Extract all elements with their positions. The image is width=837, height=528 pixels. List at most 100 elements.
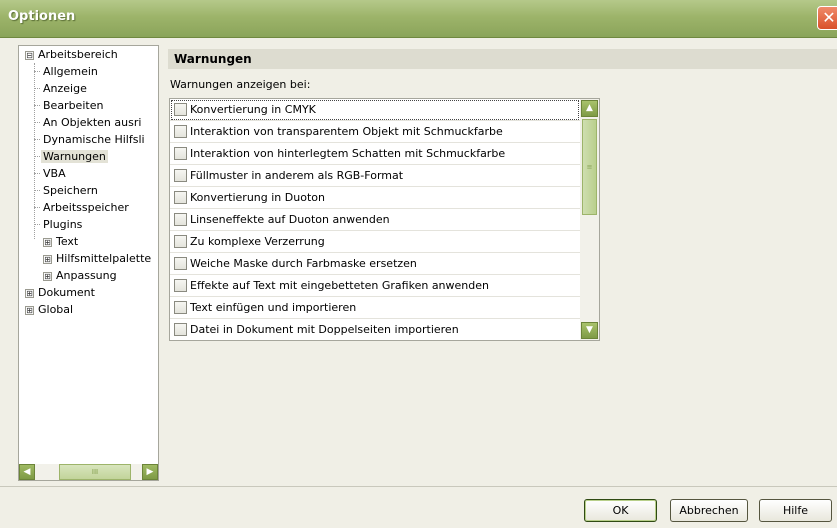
tree-item-label: Arbeitsspeicher xyxy=(43,201,129,214)
tree-item-label: Text xyxy=(56,235,79,248)
chevron-left-icon: ◀ xyxy=(23,467,31,477)
tree-item-label: Anzeige xyxy=(43,82,87,95)
tree-connector xyxy=(34,63,35,239)
collapse-icon[interactable]: ⊟ xyxy=(25,50,34,60)
tree-item-label: Allgemein xyxy=(43,65,98,78)
tree-item-label: An Objekten ausri xyxy=(43,116,142,129)
list-item[interactable]: Konvertierung in Duoton xyxy=(170,187,580,209)
tree-item-label: VBA xyxy=(43,167,66,180)
warnings-list[interactable]: Konvertierung in CMYK Interaktion von tr… xyxy=(169,98,600,341)
warnings-subheading: Warnungen anzeigen bei: xyxy=(170,78,311,91)
tree-item-allgemein[interactable]: Allgemein xyxy=(43,63,98,80)
list-item[interactable]: Weiche Maske durch Farbmaske ersetzen xyxy=(170,253,580,275)
scroll-left-button[interactable]: ◀ xyxy=(19,464,35,480)
list-item[interactable]: Linseneffekte auf Duoton anwenden xyxy=(170,209,580,231)
warning-checkbox[interactable] xyxy=(174,191,187,204)
scroll-right-button[interactable]: ▶ xyxy=(142,464,158,480)
warning-checkbox[interactable] xyxy=(174,103,187,116)
tree-connector xyxy=(34,88,40,89)
expand-icon[interactable]: ⊞ xyxy=(25,288,34,298)
warnings-vertical-scrollbar[interactable]: ▲ ≡ ▼ xyxy=(580,99,599,340)
warning-checkbox[interactable] xyxy=(174,323,187,336)
tree-item-dynamische-hilfslinien[interactable]: Dynamische Hilfsli xyxy=(43,131,145,148)
panel-header: Warnungen xyxy=(168,49,837,69)
expand-icon[interactable]: ⊞ xyxy=(43,254,52,264)
expand-icon[interactable]: ⊞ xyxy=(25,305,34,315)
tree-item-label: Speichern xyxy=(43,184,98,197)
scroll-thumb[interactable]: III xyxy=(59,464,131,480)
tree-item-label: Dynamische Hilfsli xyxy=(43,133,145,146)
warning-checkbox[interactable] xyxy=(174,125,187,138)
tree-connector xyxy=(34,122,40,123)
list-item[interactable]: Text einfügen und importieren xyxy=(170,297,580,319)
tree-item-an-objekten-ausrichten[interactable]: An Objekten ausri xyxy=(43,114,141,131)
chevron-right-icon: ▶ xyxy=(146,467,154,477)
warning-checkbox[interactable] xyxy=(174,147,187,160)
tree-item-label: Arbeitsbereich xyxy=(38,48,118,61)
list-item[interactable]: Effekte auf Text mit eingebetteten Grafi… xyxy=(170,275,580,297)
scroll-thumb[interactable]: ≡ xyxy=(582,119,597,215)
warning-label: Konvertierung in CMYK xyxy=(190,103,316,116)
tree-connector xyxy=(34,139,40,140)
warning-checkbox[interactable] xyxy=(174,169,187,182)
cancel-button[interactable]: Abbrechen xyxy=(670,499,748,522)
list-item[interactable]: Datei in Dokument mit Doppelseiten impor… xyxy=(170,319,580,340)
scroll-down-button[interactable]: ▼ xyxy=(581,322,598,339)
tree-horizontal-scrollbar[interactable]: ◀ III ▶ xyxy=(19,464,158,480)
warning-label: Interaktion von transparentem Objekt mit… xyxy=(190,125,503,138)
tree-connector xyxy=(34,105,40,106)
tree-item-arbeitsspeicher[interactable]: Arbeitsspeicher xyxy=(43,199,129,216)
tree-item-label: Warnungen xyxy=(41,150,108,163)
scroll-up-button[interactable]: ▲ xyxy=(581,100,598,117)
tree-item-label: Anpassung xyxy=(56,269,117,282)
ok-button[interactable]: OK xyxy=(584,499,657,522)
tree-item-vba[interactable]: VBA xyxy=(43,165,66,182)
warning-label: Linseneffekte auf Duoton anwenden xyxy=(190,213,390,226)
warning-checkbox[interactable] xyxy=(174,213,187,226)
tree-item-speichern[interactable]: Speichern xyxy=(43,182,98,199)
tree-item-label: Global xyxy=(38,303,74,316)
panel-title: Warnungen xyxy=(174,52,252,66)
tree-item-plugins[interactable]: Plugins xyxy=(43,216,82,233)
tree-item-text[interactable]: ⊞ Text xyxy=(43,233,78,250)
tree-connector xyxy=(34,224,40,225)
warning-label: Konvertierung in Duoton xyxy=(190,191,325,204)
close-button[interactable]: ✕ xyxy=(817,6,837,30)
list-item[interactable]: Konvertierung in CMYK xyxy=(170,99,580,121)
list-item[interactable]: Interaktion von transparentem Objekt mit… xyxy=(170,121,580,143)
expand-icon[interactable]: ⊞ xyxy=(43,237,52,247)
warning-label: Interaktion von hinterlegtem Schatten mi… xyxy=(190,147,506,160)
tree-item-label: Plugins xyxy=(43,218,83,231)
list-item[interactable]: Füllmuster in anderem als RGB-Format xyxy=(170,165,580,187)
list-item[interactable]: Zu komplexe Verzerrung xyxy=(170,231,580,253)
category-tree[interactable]: ⊟ Arbeitsbereich Allgemein Anzeige Bearbe… xyxy=(18,45,159,481)
close-icon: ✕ xyxy=(822,8,836,27)
tree-item-warnungen[interactable]: Warnungen xyxy=(41,148,108,165)
tree-item-global[interactable]: ⊞ Global xyxy=(25,301,73,318)
help-button[interactable]: Hilfe xyxy=(759,499,832,522)
warning-checkbox[interactable] xyxy=(174,235,187,248)
expand-icon[interactable]: ⊞ xyxy=(43,271,52,281)
tree-item-hilfsmittelpalette[interactable]: ⊞ Hilfsmittelpalette xyxy=(43,250,151,267)
tree-item-anpassung[interactable]: ⊞ Anpassung xyxy=(43,267,117,284)
footer-divider xyxy=(0,486,837,487)
window-title: Optionen xyxy=(8,9,76,24)
tree-item-label: Hilfsmittelpalette xyxy=(56,252,152,265)
tree-item-anzeige[interactable]: Anzeige xyxy=(43,80,87,97)
tree-item-label: Bearbeiten xyxy=(43,99,104,112)
tree-connector xyxy=(34,71,40,72)
tree-item-dokument[interactable]: ⊞ Dokument xyxy=(25,284,95,301)
warning-label: Datei in Dokument mit Doppelseiten impor… xyxy=(190,323,459,336)
tree-connector xyxy=(34,207,40,208)
warning-checkbox[interactable] xyxy=(174,301,187,314)
tree-item-arbeitsbereich[interactable]: ⊟ Arbeitsbereich xyxy=(25,46,118,63)
warning-checkbox[interactable] xyxy=(174,279,187,292)
warning-label: Zu komplexe Verzerrung xyxy=(190,235,325,248)
chevron-up-icon: ▲ xyxy=(586,103,593,113)
warning-checkbox[interactable] xyxy=(174,257,187,270)
list-item[interactable]: Interaktion von hinterlegtem Schatten mi… xyxy=(170,143,580,165)
tree-item-bearbeiten[interactable]: Bearbeiten xyxy=(43,97,103,114)
tree-connector xyxy=(34,173,40,174)
tree-connector xyxy=(34,156,40,157)
warning-label: Weiche Maske durch Farbmaske ersetzen xyxy=(190,257,417,270)
